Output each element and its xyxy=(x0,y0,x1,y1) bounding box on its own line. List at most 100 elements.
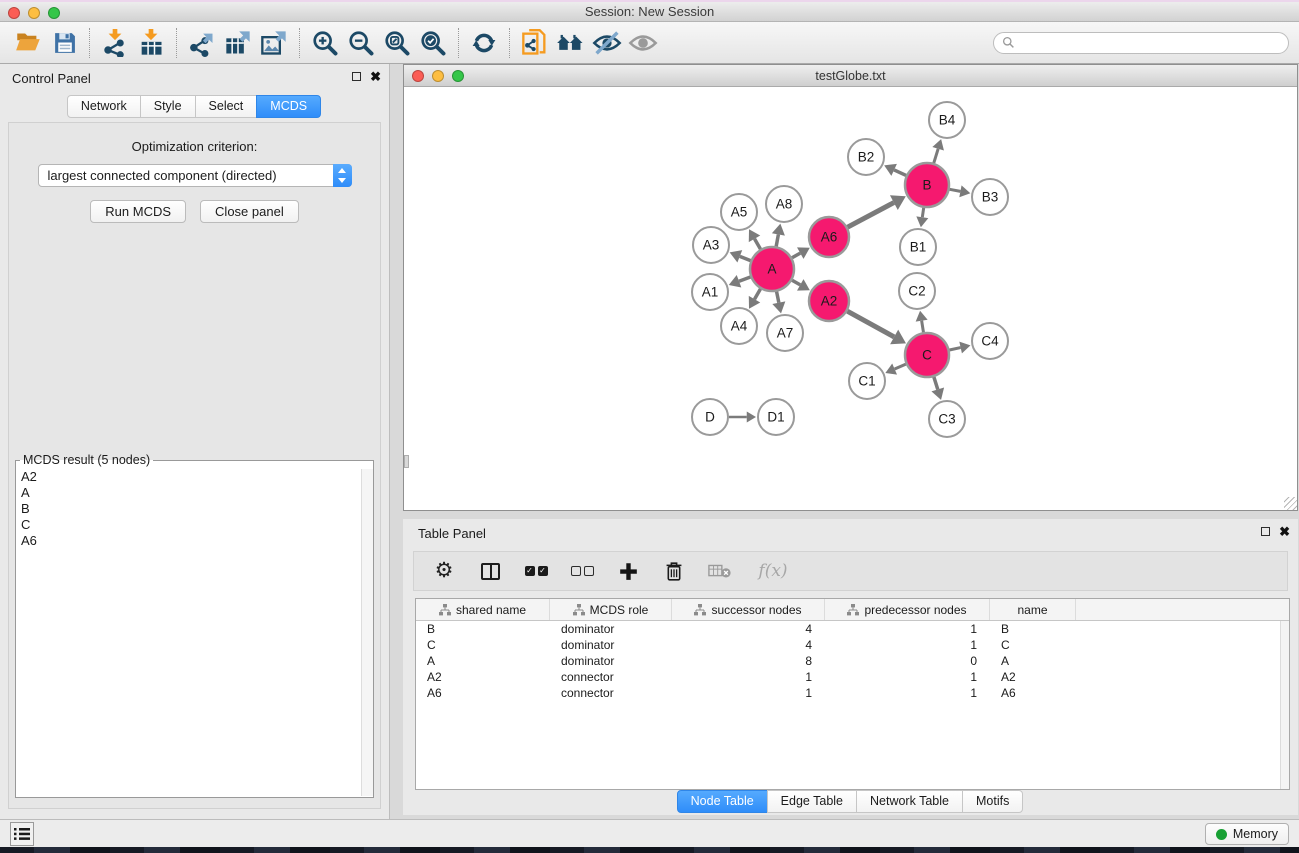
search-box[interactable] xyxy=(993,32,1289,54)
memory-button[interactable]: Memory xyxy=(1205,823,1289,845)
export-network-button[interactable] xyxy=(184,26,220,60)
graph-edge-C-C3[interactable] xyxy=(934,377,938,390)
export-image-button[interactable] xyxy=(256,26,292,60)
table-cell[interactable]: connector xyxy=(550,669,672,685)
result-list-item[interactable]: A2 xyxy=(17,469,360,485)
table-cell[interactable]: 1 xyxy=(825,685,990,701)
zoom-selected-button[interactable] xyxy=(415,26,451,60)
column-header-MCDS-role[interactable]: MCDS role xyxy=(550,599,672,620)
close-panel-icon[interactable]: ✖ xyxy=(370,71,381,82)
graph-edge-A-A5[interactable] xyxy=(755,239,761,249)
import-network-button[interactable] xyxy=(97,26,133,60)
graph-edge-C-C1[interactable] xyxy=(895,364,906,369)
result-scrollbar[interactable] xyxy=(361,469,373,796)
result-list-item[interactable]: A xyxy=(17,485,360,501)
search-input[interactable] xyxy=(1019,36,1280,50)
column-header-successor-nodes[interactable]: successor nodes xyxy=(672,599,825,620)
graph-edge-A-A6[interactable] xyxy=(792,253,800,258)
table-cell[interactable]: 8 xyxy=(672,653,825,669)
result-list-item[interactable]: B xyxy=(17,501,360,517)
graph-edge-C-C4[interactable] xyxy=(949,348,960,350)
select-all-button[interactable]: ✓✓ xyxy=(524,559,548,583)
save-session-button[interactable] xyxy=(46,26,82,60)
table-cell[interactable]: A2 xyxy=(416,669,550,685)
tab-node-table[interactable]: Node Table xyxy=(677,790,768,813)
table-cell[interactable]: dominator xyxy=(550,621,672,637)
network-window-titlebar[interactable]: testGlobe.txt xyxy=(404,65,1297,87)
table-cell[interactable]: dominator xyxy=(550,653,672,669)
first-neighbors-button[interactable] xyxy=(553,26,589,60)
table-row[interactable]: A2connector11A2 xyxy=(416,669,1289,685)
table-cell[interactable]: C xyxy=(416,637,550,653)
criterion-select[interactable]: largest connected component (directed) xyxy=(38,164,352,187)
column-selector-button[interactable] xyxy=(478,559,502,583)
graph-edge-B-B2[interactable] xyxy=(894,170,906,175)
table-row[interactable]: A6connector11A6 xyxy=(416,685,1289,701)
graph-edge-B-B3[interactable] xyxy=(950,189,961,191)
graph-edge-A-A1[interactable] xyxy=(739,277,750,281)
table-cell[interactable]: B xyxy=(416,621,550,637)
import-table-button[interactable] xyxy=(133,26,169,60)
frame-edge-grip[interactable] xyxy=(404,455,409,468)
float-panel-icon[interactable] xyxy=(352,72,361,81)
table-cell[interactable]: 0 xyxy=(825,653,990,669)
graph-edge-A-A4[interactable] xyxy=(755,289,761,299)
column-header-name[interactable]: name xyxy=(990,599,1076,620)
table-cell[interactable]: C xyxy=(990,637,1076,653)
zoom-fit-button[interactable] xyxy=(379,26,415,60)
delete-column-button[interactable] xyxy=(662,559,686,583)
graph-edge-A2-C[interactable] xyxy=(847,311,894,337)
tab-motifs[interactable]: Motifs xyxy=(962,790,1023,813)
table-row[interactable]: Cdominator41C xyxy=(416,637,1289,653)
graph-edge-A-A2[interactable] xyxy=(792,280,800,285)
table-settings-button[interactable]: ⚙ xyxy=(432,559,456,583)
table-cell[interactable]: 1 xyxy=(825,637,990,653)
show-all-button[interactable] xyxy=(625,26,661,60)
table-cell[interactable]: A6 xyxy=(990,685,1076,701)
delete-table-button[interactable] xyxy=(708,559,732,583)
export-table-button[interactable] xyxy=(220,26,256,60)
close-panel-button[interactable]: Close panel xyxy=(200,200,299,223)
mcds-result-list[interactable]: A2ABCA6 xyxy=(17,469,360,796)
function-builder-button[interactable]: f(x) xyxy=(754,559,792,583)
open-file-button[interactable] xyxy=(10,26,46,60)
table-scrollbar[interactable] xyxy=(1280,621,1289,789)
table-cell[interactable]: B xyxy=(990,621,1076,637)
zoom-in-button[interactable] xyxy=(307,26,343,60)
table-cell[interactable]: 1 xyxy=(825,669,990,685)
resize-grip-icon[interactable] xyxy=(1284,497,1297,510)
table-cell[interactable]: A xyxy=(990,653,1076,669)
tab-network-table[interactable]: Network Table xyxy=(856,790,963,813)
table-cell[interactable]: 4 xyxy=(672,621,825,637)
graph-edge-B-B1[interactable] xyxy=(922,208,923,217)
hide-selection-button[interactable] xyxy=(589,26,625,60)
table-cell[interactable]: dominator xyxy=(550,637,672,653)
column-header-shared-name[interactable]: shared name xyxy=(416,599,550,620)
table-cell[interactable]: 4 xyxy=(672,637,825,653)
run-mcds-button[interactable]: Run MCDS xyxy=(90,200,186,223)
close-table-panel-icon[interactable]: ✖ xyxy=(1279,526,1290,537)
network-canvas[interactable]: B4B2BB3B1A5A8A6A3AA1C2A4A7A2C4CC1C3DD1 xyxy=(404,87,1297,510)
graph-edge-C-C2[interactable] xyxy=(922,321,924,333)
tab-mcds[interactable]: MCDS xyxy=(256,95,321,118)
create-column-button[interactable] xyxy=(616,559,640,583)
table-cell[interactable]: 1 xyxy=(672,669,825,685)
deselect-all-button[interactable] xyxy=(570,559,594,583)
table-row[interactable]: Bdominator41B xyxy=(416,621,1289,637)
result-list-item[interactable]: A6 xyxy=(17,533,360,549)
table-cell[interactable]: A6 xyxy=(416,685,550,701)
tab-style[interactable]: Style xyxy=(140,95,196,118)
table-cell[interactable]: A2 xyxy=(990,669,1076,685)
task-history-button[interactable] xyxy=(10,822,34,846)
graph-edge-B-B4[interactable] xyxy=(934,149,938,163)
graph-edge-A-A8[interactable] xyxy=(776,234,778,246)
table-cell[interactable]: A xyxy=(416,653,550,669)
column-header-predecessor-nodes[interactable]: predecessor nodes xyxy=(825,599,990,620)
result-list-item[interactable]: C xyxy=(17,517,360,533)
table-row[interactable]: Adominator80A xyxy=(416,653,1289,669)
table-cell[interactable]: 1 xyxy=(672,685,825,701)
network-graph[interactable]: B4B2BB3B1A5A8A6A3AA1C2A4A7A2C4CC1C3DD1 xyxy=(404,87,1297,510)
tab-edge-table[interactable]: Edge Table xyxy=(767,790,857,813)
graph-edge-A-A3[interactable] xyxy=(740,256,751,260)
zoom-out-button[interactable] xyxy=(343,26,379,60)
